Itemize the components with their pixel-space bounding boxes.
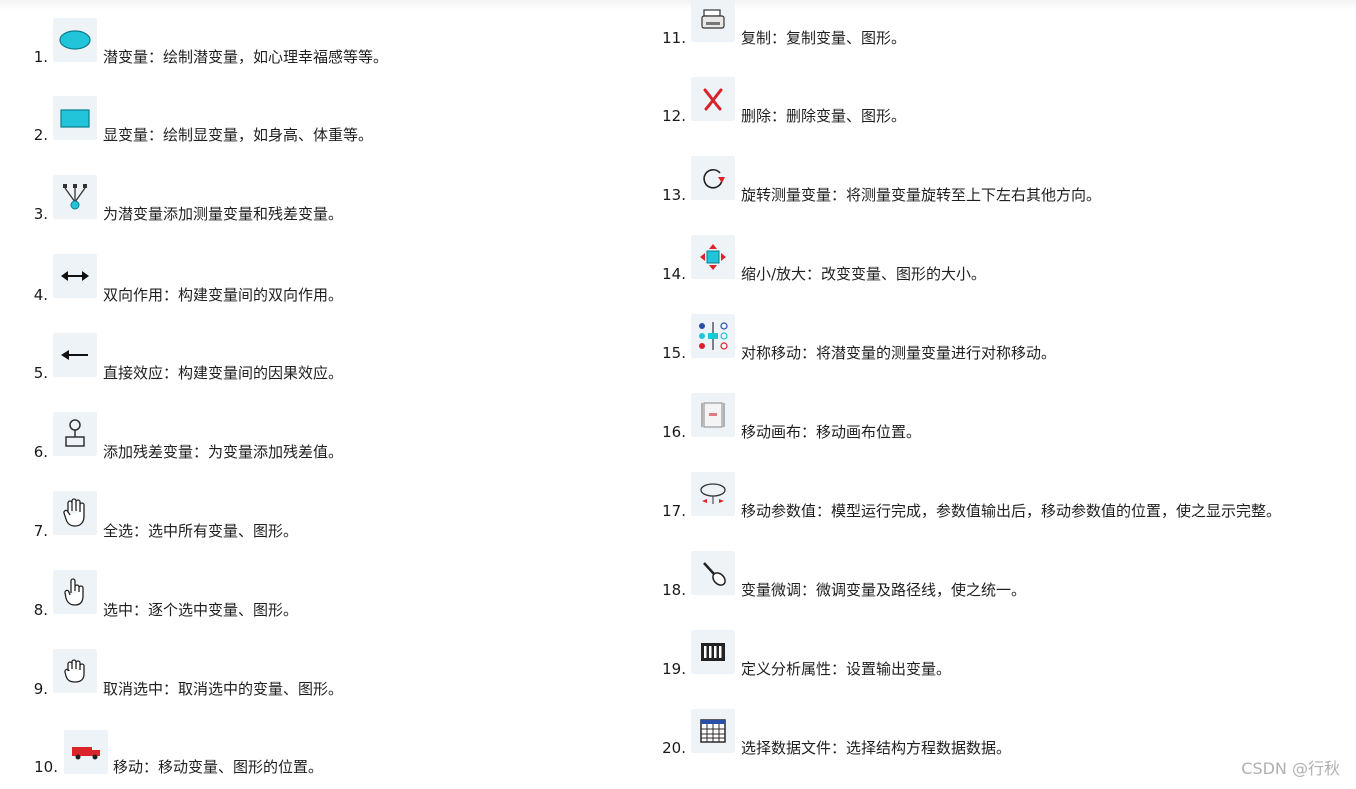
data-file-icon[interactable]: [691, 709, 735, 753]
top-shade: [0, 0, 1356, 10]
hand-pointer-icon[interactable]: [53, 570, 97, 614]
rectangle-icon[interactable]: [53, 96, 97, 140]
item-number: 2.: [33, 126, 48, 144]
indicator-tree-icon[interactable]: [53, 175, 97, 219]
item-description: 显变量：绘制显变量，如身高、体重等。: [103, 126, 374, 144]
item-number: 15.: [662, 344, 686, 362]
item-number: 1.: [33, 48, 48, 66]
rotate-icon[interactable]: [691, 156, 735, 200]
hand-cancel-icon[interactable]: [53, 649, 97, 693]
watermark: CSDN @行秋: [1241, 759, 1340, 778]
item-description: 移动参数值：模型运行完成，参数值输出后，移动参数值的位置，使之显示完整。: [741, 502, 1282, 520]
item-number: 3.: [33, 205, 48, 223]
item-number: 14.: [662, 265, 686, 283]
resize-icon[interactable]: [691, 235, 735, 279]
hand-all-icon[interactable]: [53, 491, 97, 535]
copy-machine-icon[interactable]: [691, 0, 735, 42]
double-arrow-icon[interactable]: [53, 254, 97, 298]
item-number: 5.: [33, 364, 48, 382]
item-description: 全选：选中所有变量、图形。: [103, 522, 299, 540]
item-number: 10.: [34, 758, 58, 776]
item-description: 移动画布：移动画布位置。: [741, 423, 922, 441]
touch-up-icon[interactable]: [691, 551, 735, 595]
canvas-scroll-icon[interactable]: [691, 393, 735, 437]
item-description: 复制：复制变量、图形。: [741, 29, 907, 47]
reflect-icon[interactable]: [691, 314, 735, 358]
item-description: 旋转测量变量：将测量变量旋转至上下左右其他方向。: [741, 186, 1102, 204]
item-description: 缩小/放大：改变变量、图形的大小。: [741, 265, 987, 283]
item-number: 20.: [662, 739, 686, 757]
item-description: 添加残差变量：为变量添加残差值。: [103, 443, 344, 461]
item-number: 13.: [662, 186, 686, 204]
item-number: 17.: [662, 502, 686, 520]
item-description: 定义分析属性：设置输出变量。: [741, 660, 952, 678]
item-description: 对称移动：将潜变量的测量变量进行对称移动。: [741, 344, 1057, 362]
left-arrow-icon[interactable]: [53, 333, 97, 377]
item-number: 4.: [33, 286, 48, 304]
item-description: 取消选中：取消选中的变量、图形。: [103, 680, 344, 698]
item-number: 8.: [33, 601, 48, 619]
move-parameter-icon[interactable]: [691, 472, 735, 516]
item-description: 选择数据文件：选择结构方程数据数据。: [741, 739, 1012, 757]
item-description: 变量微调：微调变量及路径线，使之统一。: [741, 581, 1027, 599]
item-number: 6.: [33, 443, 48, 461]
item-description: 双向作用：构建变量间的双向作用。: [103, 286, 344, 304]
item-description: 删除：删除变量、图形。: [741, 107, 907, 125]
item-description: 为潜变量添加测量变量和残差变量。: [103, 205, 344, 223]
analysis-properties-icon[interactable]: [691, 630, 735, 674]
item-number: 18.: [662, 581, 686, 599]
item-number: 9.: [33, 680, 48, 698]
item-number: 12.: [662, 107, 686, 125]
item-number: 7.: [33, 522, 48, 540]
item-number: 11.: [662, 29, 686, 47]
truck-icon[interactable]: [64, 730, 108, 774]
item-number: 16.: [662, 423, 686, 441]
delete-x-icon[interactable]: [691, 77, 735, 121]
item-description: 潜变量：绘制潜变量，如心理幸福感等等。: [103, 48, 389, 66]
item-description: 选中：逐个选中变量、图形。: [103, 601, 299, 619]
item-description: 移动：移动变量、图形的位置。: [113, 758, 324, 776]
item-description: 直接效应：构建变量间的因果效应。: [103, 364, 344, 382]
item-number: 19.: [662, 660, 686, 678]
residual-icon[interactable]: [53, 412, 97, 456]
ellipse-icon[interactable]: [53, 18, 97, 62]
